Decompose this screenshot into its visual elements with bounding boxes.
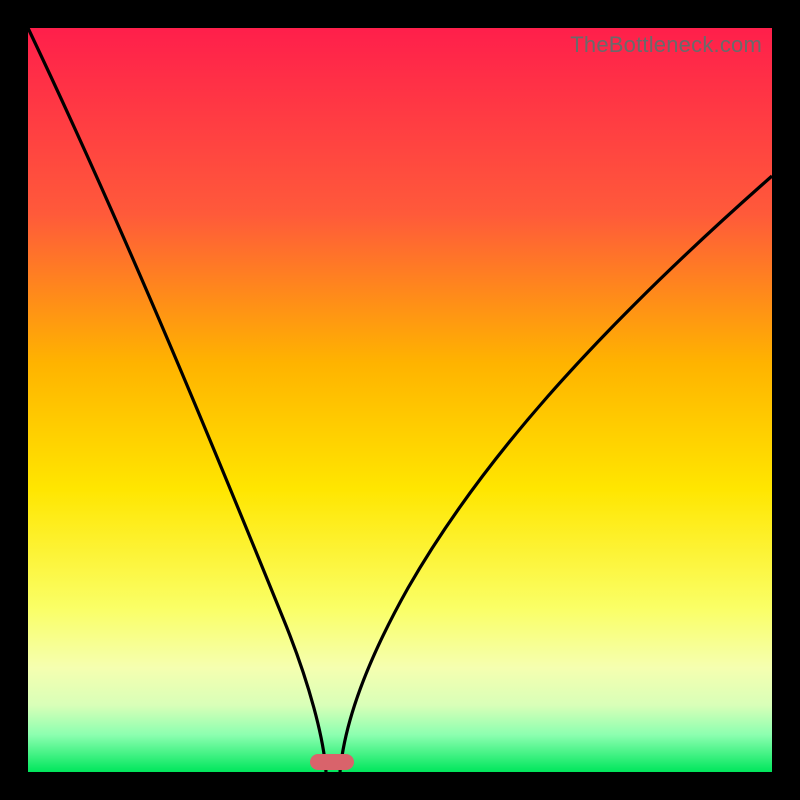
curve-right-branch (340, 176, 772, 772)
plot-area: TheBottleneck.com (28, 28, 772, 772)
minimum-marker (310, 754, 354, 770)
curve-left-branch (28, 28, 326, 772)
bottleneck-curve (28, 28, 772, 772)
outer-frame: TheBottleneck.com (0, 0, 800, 800)
